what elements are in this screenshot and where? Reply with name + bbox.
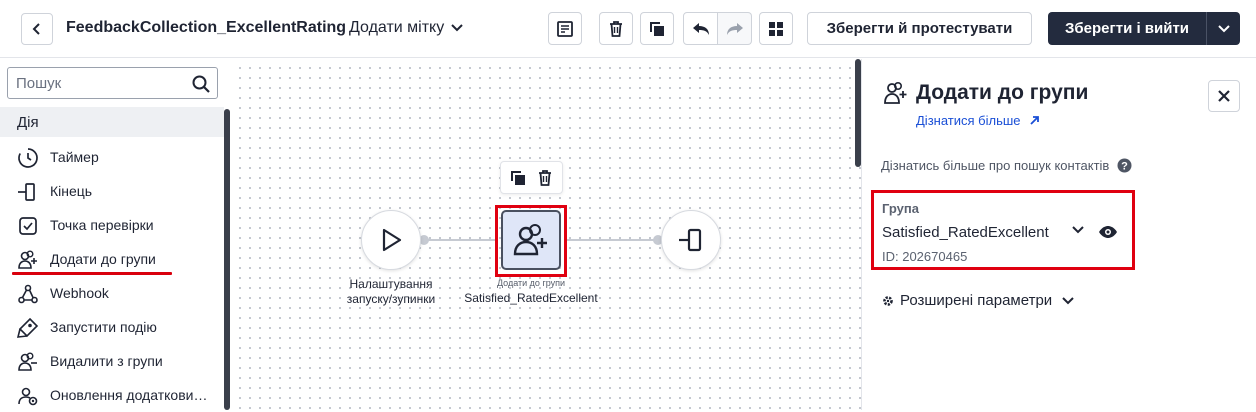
learn-more-label: Дізнатися більше xyxy=(916,113,1021,128)
update-fields-icon xyxy=(17,385,39,407)
top-bar: FeedbackCollection_ExcellentRating Додат… xyxy=(0,0,1256,58)
connector-line xyxy=(424,239,496,241)
chevron-down-icon xyxy=(451,24,463,32)
node-toolbar xyxy=(500,161,563,194)
sidebar-item-label: Видалити з групи xyxy=(50,353,163,369)
sidebar-scrollbar[interactable] xyxy=(224,109,230,410)
chevron-down-icon xyxy=(1217,24,1230,32)
chevron-left-icon xyxy=(32,23,40,35)
close-icon xyxy=(1218,90,1230,102)
gear-icon xyxy=(883,295,893,306)
svg-text:?: ? xyxy=(1121,161,1128,173)
grid-icon xyxy=(769,21,783,36)
sidebar-item-end[interactable]: Кінець xyxy=(0,174,224,208)
sidebar-item-checkpoint[interactable]: Точка перевірки xyxy=(0,208,224,242)
save-and-exit-label: Зберегти і вийти xyxy=(1064,20,1190,37)
end-icon xyxy=(17,181,39,203)
save-and-test-button[interactable]: Зберегти й протестувати xyxy=(807,12,1032,45)
trash-icon[interactable] xyxy=(536,169,554,187)
group-node-label: Satisfied_RatedExcellent xyxy=(464,291,598,305)
sidebar-item-label: Кінець xyxy=(50,183,93,199)
sidebar-item-label: Таймер xyxy=(50,149,99,165)
trigger-event-icon xyxy=(17,317,39,339)
search-icon[interactable] xyxy=(191,74,211,94)
start-node-label-line: запуску/зупинки xyxy=(346,292,436,306)
sidebar-item-timer[interactable]: Таймер xyxy=(0,140,224,174)
undo-button[interactable] xyxy=(683,12,718,45)
webhook-icon xyxy=(17,283,39,305)
sidebar-item-webhook[interactable]: Webhook xyxy=(0,276,224,310)
external-link-icon xyxy=(1029,116,1039,125)
chevron-down-icon xyxy=(1062,296,1074,304)
connector-line xyxy=(566,239,658,241)
sidebar-item-trigger-event[interactable]: Запустити подію xyxy=(0,310,224,344)
add-to-group-icon xyxy=(513,224,547,256)
add-to-group-node[interactable] xyxy=(501,210,561,270)
add-to-group-icon xyxy=(882,80,908,106)
properties-panel: Додати до групи Дізнатися більше Дізнати… xyxy=(862,59,1256,410)
redo-icon xyxy=(726,22,743,35)
sidebar-item-label: Webhook xyxy=(50,285,109,301)
highlight-underline xyxy=(12,272,172,275)
help-icon[interactable]: ? xyxy=(1117,158,1132,173)
timer-icon xyxy=(17,147,39,169)
actions-sidebar: Дія Таймер Кінець Точка перевірки Додати… xyxy=(0,59,230,410)
group-id: ID: 202670465 xyxy=(882,249,968,264)
group-field-label: Група xyxy=(882,201,919,216)
copy-icon[interactable] xyxy=(509,169,527,187)
notes-button[interactable] xyxy=(548,12,582,45)
checkpoint-icon xyxy=(17,215,39,237)
sidebar-item-label: Точка перевірки xyxy=(50,217,154,233)
add-to-group-icon xyxy=(17,249,39,271)
search-box xyxy=(7,67,218,99)
start-node[interactable] xyxy=(361,210,421,270)
sidebar-item-label: Додати до групи xyxy=(50,251,156,267)
learn-more-link[interactable]: Дізнатися більше xyxy=(916,113,1040,128)
sidebar-item-add-to-group[interactable]: Додати до групи xyxy=(0,242,224,276)
search-input[interactable] xyxy=(16,74,186,92)
copy-button[interactable] xyxy=(640,12,674,45)
trash-icon xyxy=(610,20,622,37)
undo-icon xyxy=(692,22,709,35)
remove-from-group-icon xyxy=(17,351,39,373)
layout-button[interactable] xyxy=(759,12,793,45)
contact-search-info-text: Дізнатись більше про пошук контактів xyxy=(881,158,1110,173)
sidebar-item-label: Запустити подію xyxy=(50,319,157,335)
add-tag-dropdown[interactable]: Додати мітку xyxy=(349,19,463,37)
node-type-label: Додати до групи xyxy=(496,278,566,288)
workflow-name: FeedbackCollection_ExcellentRating xyxy=(66,19,347,36)
panel-title: Додати до групи xyxy=(916,81,1089,104)
chevron-down-icon[interactable] xyxy=(1072,226,1084,234)
contact-search-info: Дізнатись більше про пошук контактів ? xyxy=(881,158,1132,173)
add-tag-label: Додати мітку xyxy=(349,19,445,36)
save-options-toggle[interactable] xyxy=(1207,24,1240,33)
sidebar-item-update-fields[interactable]: Оновлення додаткови… xyxy=(0,378,224,412)
group-select[interactable]: Satisfied_RatedExcellent xyxy=(882,224,1049,241)
eye-icon[interactable] xyxy=(1098,225,1118,239)
advanced-settings-toggle[interactable]: Розширені параметри xyxy=(882,292,1074,309)
save-and-exit-button[interactable]: Зберегти і вийти xyxy=(1048,12,1240,45)
end-icon xyxy=(679,228,702,252)
advanced-settings-label: Розширені параметри xyxy=(900,292,1053,309)
sidebar-item-remove-from-group[interactable]: Видалити з групи xyxy=(0,344,224,378)
sidebar-item-label: Оновлення додаткови… xyxy=(50,387,208,403)
back-button[interactable] xyxy=(21,13,53,45)
play-icon xyxy=(382,228,402,252)
start-node-label-line: Налаштування xyxy=(349,277,433,291)
start-node-label: Налаштування запуску/зупинки xyxy=(341,277,441,307)
delete-button[interactable] xyxy=(599,12,633,45)
note-icon xyxy=(557,20,573,37)
section-header-action: Дія xyxy=(0,107,224,137)
redo-button[interactable] xyxy=(718,12,752,45)
close-button[interactable] xyxy=(1208,80,1240,112)
copy-icon xyxy=(650,21,664,36)
end-node[interactable] xyxy=(661,210,721,270)
